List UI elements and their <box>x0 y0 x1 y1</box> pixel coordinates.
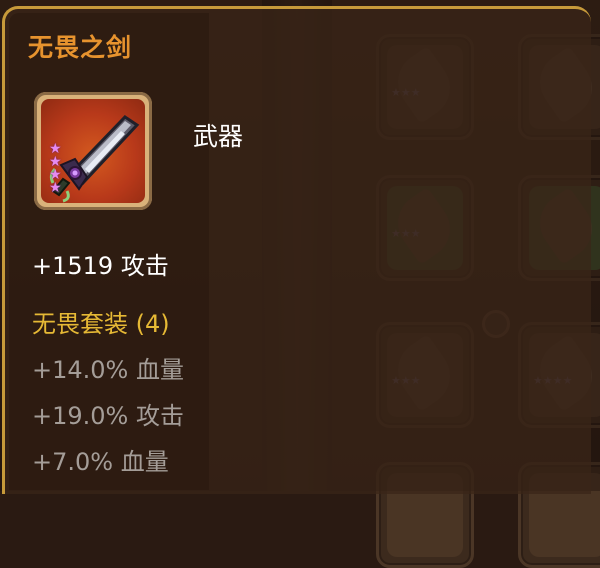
item-icon-background: ★ ★ ★ ★ <box>41 99 145 203</box>
set-bonus: +19.0% 攻击 <box>32 402 184 430</box>
set-name: 无畏套装 (4) <box>32 310 170 338</box>
set-bonus: +7.0% 血量 <box>32 448 169 476</box>
item-icon-frame: ★ ★ ★ ★ <box>34 92 152 210</box>
set-bonus: +14.0% 血量 <box>32 356 184 384</box>
item-name: 无畏之剑 <box>28 33 133 62</box>
star-rating: ★ ★ ★ ★ <box>49 141 62 196</box>
item-type: 武器 <box>193 122 244 151</box>
main-stat: +1519 攻击 <box>32 252 169 280</box>
